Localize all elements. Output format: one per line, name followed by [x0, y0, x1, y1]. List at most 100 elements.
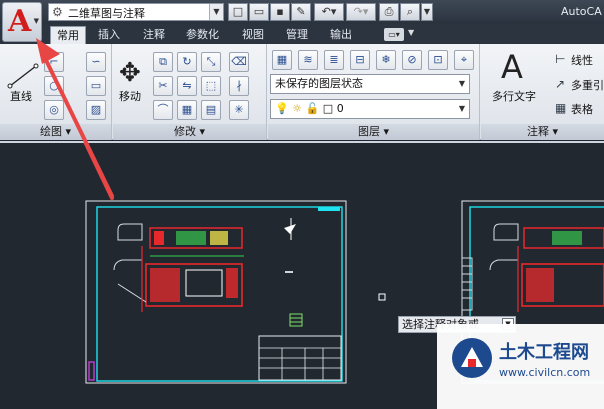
title-block [258, 335, 342, 381]
red-arrow-annotation [83, 143, 114, 200]
unlock-icon: 🔓 [305, 102, 320, 115]
spline-icon[interactable]: ∽ [86, 52, 106, 72]
bulb-icon: 💡 [275, 102, 289, 115]
civil-logo-icon [452, 338, 492, 378]
layer-freeze-icon[interactable]: ❄ [376, 50, 396, 70]
draw-panel-title[interactable]: 绘图 ▾ [0, 124, 111, 140]
break-icon[interactable]: ∤ [229, 76, 249, 96]
fillet-icon[interactable]: ⌒ [153, 100, 173, 120]
sun-icon: ☼ [292, 102, 303, 115]
hatch-icon[interactable]: ▨ [86, 100, 106, 120]
tab-view[interactable]: 视图 [236, 26, 270, 44]
application-menu-button[interactable]: A ▼ [2, 2, 42, 42]
legend-block [289, 313, 303, 327]
modify-panel-title[interactable]: 修改 ▾ [113, 124, 266, 140]
scale-icon[interactable]: ⤡ [201, 52, 221, 72]
layer-state-value: 未保存的图层状态 [275, 77, 363, 90]
layer-select[interactable]: 💡 ☼ 🔓 □ 0 ▼ [270, 99, 470, 119]
polyline-icon[interactable]: ⌐ [44, 52, 64, 72]
save-as-icon[interactable]: ✎ [291, 3, 311, 21]
explode-icon[interactable]: ✳ [229, 100, 249, 120]
tab-manage[interactable]: 管理 [280, 26, 314, 44]
second-site-plan-drawing [461, 223, 604, 312]
app-title: AutoCA [561, 5, 602, 18]
chevron-down-icon[interactable]: ▼ [408, 28, 414, 37]
preview-icon[interactable]: ⌕ [400, 3, 420, 21]
line-icon[interactable] [6, 60, 40, 90]
cursor-pickbox [378, 293, 386, 301]
circle-icon[interactable]: ○ [44, 76, 64, 96]
chevron-down-icon: ▼ [458, 79, 466, 88]
copy-icon[interactable]: ⧉ [153, 52, 173, 72]
layers-panel-title[interactable]: 图层 ▾ [268, 124, 479, 140]
multileader-label[interactable]: 多重引 [571, 77, 604, 93]
line-label: 直线 [10, 90, 32, 103]
color-swatch-icon: □ [322, 102, 334, 115]
move-label: 移动 [119, 90, 141, 103]
offset-icon[interactable]: ▤ [201, 100, 221, 120]
tab-output[interactable]: 输出 [324, 26, 358, 44]
draw-panel: 直线 ⌐ ○ ◎ ∽ ▭ ▨ 绘图 ▾ [0, 44, 112, 140]
stretch-icon[interactable]: ⬚ [201, 76, 221, 96]
layer-properties-icon[interactable]: ▦ [272, 50, 292, 70]
watermark-url: www.civilcn.com [499, 366, 591, 379]
workspace-switcher[interactable]: ⚙ 二维草图与注释 ▼ [48, 3, 224, 21]
tab-home[interactable]: 常用 [50, 26, 86, 44]
tab-parametric[interactable]: 参数化 [180, 26, 225, 44]
ribbon-tabs: 常用 插入 注释 参数化 视图 管理 输出 ▭▾ ▼ [0, 24, 604, 44]
chevron-down-icon: ▼ [33, 17, 39, 25]
watermark-name: 土木工程网 [499, 342, 589, 363]
autocad-logo-icon: A [8, 4, 32, 39]
multileader-icon[interactable]: ↗ [555, 77, 565, 91]
gear-icon: ⚙ [52, 5, 63, 19]
autocad-window: ⚙ 二维草图与注释 ▼ □ ▭ ▪ ✎ ↶▾ ↷▾ ⎙ ⌕ ▼ AutoCA 常… [0, 0, 604, 409]
print-icon[interactable]: ⎙ [379, 3, 399, 21]
toolbar-menu-icon[interactable]: ▼ [421, 3, 433, 21]
layer-off-icon[interactable]: ⊘ [402, 50, 422, 70]
mirror-icon[interactable]: ⇋ [177, 76, 197, 96]
site-plan-drawing [113, 223, 244, 312]
ribbon-state-icon[interactable]: ▭▾ [384, 28, 404, 41]
new-file-icon[interactable]: □ [228, 3, 248, 21]
erase-icon[interactable]: ⌫ [229, 52, 249, 72]
array-icon[interactable]: ▦ [177, 100, 197, 120]
modify-panel: ✥ 移动 ⧉ ✂ ⌒ ↻ ⇋ ▦ ⤡ ⬚ ▤ ⌫ ∤ ✳ 修改 ▾ [113, 44, 267, 140]
rectangle-icon[interactable]: ▭ [86, 76, 106, 96]
table-icon[interactable]: ▦ [555, 101, 566, 115]
linear-dimension-icon[interactable]: ⊢ [555, 52, 565, 66]
chevron-down-icon[interactable]: ▼ [209, 4, 223, 20]
annotation-panel-title[interactable]: 注释 ▾ [481, 124, 604, 140]
layer-previous-icon[interactable]: ≣ [324, 50, 344, 70]
trim-icon[interactable]: ✂ [153, 76, 173, 96]
rotate-icon[interactable]: ↻ [177, 52, 197, 72]
layer-match-icon[interactable]: ≋ [298, 50, 318, 70]
layers-panel: ▦ ≋ ≣ ⊟ ❄ ⊘ ⊡ ⌖ 未保存的图层状态 ▼ 💡 ☼ 🔓 □ 0 ▼ 图… [268, 44, 480, 140]
drawing-area[interactable]: 选择注释对象或 ▼ 土木工程网 www.civilcn.com [0, 141, 604, 409]
frame-tag [318, 207, 340, 211]
ellipse-icon[interactable]: ◎ [44, 100, 64, 120]
title-bar: ⚙ 二维草图与注释 ▼ □ ▭ ▪ ✎ ↶▾ ↷▾ ⎙ ⌕ ▼ AutoCA [0, 0, 604, 24]
ribbon: 直线 ⌐ ○ ◎ ∽ ▭ ▨ 绘图 ▾ ✥ 移动 ⧉ ✂ ⌒ ↻ ⇋ ▦ ⤡ ⬚… [0, 44, 604, 140]
mtext-icon[interactable]: A [501, 48, 523, 86]
redo-icon[interactable]: ↷▾ [346, 3, 376, 21]
open-folder-icon[interactable]: ▭ [249, 3, 269, 21]
linear-dimension-label[interactable]: 线性 [571, 52, 593, 68]
layer-state-select[interactable]: 未保存的图层状态 ▼ [270, 74, 470, 94]
site-watermark: 土木工程网 www.civilcn.com [437, 324, 604, 409]
save-icon[interactable]: ▪ [270, 3, 290, 21]
layer-lock-icon[interactable]: ⊡ [428, 50, 448, 70]
undo-icon[interactable]: ↶▾ [314, 3, 344, 21]
tab-annotate[interactable]: 注释 [137, 26, 171, 44]
layer-isolate-icon[interactable]: ⊟ [350, 50, 370, 70]
workspace-name: 二维草图与注释 [68, 7, 145, 20]
layer-walk-icon[interactable]: ⌖ [454, 50, 474, 70]
north-arrow-symbol [284, 218, 296, 240]
chevron-down-icon: ▼ [458, 104, 466, 113]
layer-current-value: 0 [336, 102, 344, 115]
annotation-panel: A 多行文字 ⊢ 线性 ↗ 多重引 ▦ 表格 注释 ▾ [481, 44, 604, 140]
tab-insert[interactable]: 插入 [92, 26, 126, 44]
viewport-mark [88, 361, 95, 381]
mtext-label: 多行文字 [492, 90, 536, 103]
move-icon[interactable]: ✥ [119, 58, 141, 88]
table-label[interactable]: 表格 [571, 101, 593, 117]
